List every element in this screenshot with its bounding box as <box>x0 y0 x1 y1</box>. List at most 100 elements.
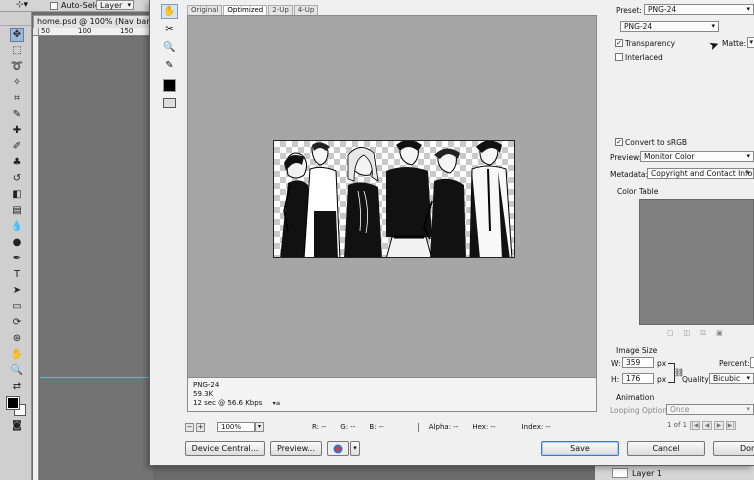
tab-original[interactable]: Original <box>187 5 223 15</box>
layer-thumbnail <box>612 468 628 478</box>
quality-label: Quality: <box>682 375 711 384</box>
lock-color-icon[interactable]: ⊡ <box>700 329 706 337</box>
auto-select-target-dropdown[interactable]: Layer <box>96 0 134 10</box>
browser-icon[interactable] <box>327 441 349 456</box>
optimization-info: PNG-24 59.3K 12 sec @ 56.6 Kbps ▾≡ <box>187 378 597 412</box>
next-frame-icon[interactable]: ▶| <box>726 421 736 430</box>
optimize-settings-panel: Preset: PNG-24 PNG-24 ✓ Transparency Mat… <box>607 0 754 440</box>
convert-srgb-checkbox[interactable]: ✓ <box>615 138 623 146</box>
done-button[interactable]: Done <box>713 441 754 456</box>
image-size-label: Image Size <box>616 346 658 355</box>
readout-index: Index: -- <box>521 423 551 431</box>
percent-label: Percent: <box>719 359 750 368</box>
chevron-down-icon[interactable]: ▾ <box>255 422 264 432</box>
tab-2-up[interactable]: 2-Up <box>268 5 293 15</box>
divider <box>417 422 419 432</box>
zoom-tool-icon[interactable]: 🔍 <box>10 364 24 378</box>
interlaced-label: Interlaced <box>625 53 663 62</box>
swap-colors-icon[interactable]: ⇄ <box>10 380 24 394</box>
quick-select-tool-icon[interactable]: ✧ <box>10 76 24 90</box>
preview-image[interactable] <box>273 140 515 258</box>
dialog-buttons: Device Central... Preview... ▾ Save Canc… <box>185 441 754 457</box>
convert-srgb-label: Convert to sRGB <box>625 138 688 147</box>
shape-tool-icon[interactable]: ▭ <box>10 300 24 314</box>
preview-button[interactable]: Preview... <box>270 441 322 456</box>
clone-stamp-icon[interactable]: ♣ <box>10 156 24 170</box>
zoom-tool-icon[interactable]: 🔍 <box>161 40 178 55</box>
new-color-icon[interactable]: ▣ <box>716 329 723 337</box>
hand-tool-icon[interactable]: ✋ <box>161 4 178 19</box>
history-brush-icon[interactable]: ↺ <box>10 172 24 186</box>
guide-line[interactable] <box>40 377 153 378</box>
eyedropper-color-swatch[interactable] <box>163 79 176 92</box>
height-field[interactable]: 176 <box>622 373 654 384</box>
pen-tool-icon[interactable]: ✒ <box>10 252 24 266</box>
interlaced-checkbox[interactable] <box>615 53 623 61</box>
layer-row[interactable]: Layer 1 <box>612 468 662 478</box>
preset-dropdown[interactable]: PNG-24 <box>644 4 754 15</box>
type-tool-icon[interactable]: T <box>10 268 24 282</box>
zoom-level-field[interactable]: 100% <box>217 422 255 432</box>
3d-orbit-icon[interactable]: ⊛ <box>10 332 24 346</box>
color-table-tools: ▢ ◫ ⊡ ▣ <box>667 329 723 337</box>
move-tool-icon[interactable]: ✥ <box>10 28 24 42</box>
slice-select-tool-icon[interactable]: ✂ <box>161 22 178 37</box>
tab-4-up[interactable]: 4-Up <box>293 5 319 15</box>
menu-lines-icon[interactable]: ▾≡ <box>273 400 281 407</box>
document-canvas[interactable] <box>40 37 153 480</box>
color-swatches[interactable] <box>6 396 29 417</box>
prev-frame-icon[interactable]: ◀ <box>702 421 712 430</box>
document-tab[interactable]: home.psd @ 100% (Nav bar, RGB <box>33 15 150 28</box>
looping-dropdown[interactable]: Once <box>666 404 754 415</box>
info-size: 59.3K <box>193 390 214 398</box>
preview-dropdown[interactable]: Monitor Color <box>640 151 754 162</box>
crop-tool-icon[interactable]: ⌗ <box>10 92 24 106</box>
document-window: home.psd @ 100% (Nav bar, RGB 50 100 150 <box>33 12 153 480</box>
cancel-button[interactable]: Cancel <box>627 441 705 456</box>
vertical-ruler[interactable] <box>33 36 39 480</box>
first-frame-icon[interactable]: |◀ <box>690 421 700 430</box>
tab-optimized[interactable]: Optimized <box>223 5 268 15</box>
marquee-tool-icon[interactable]: ⬚ <box>10 44 24 58</box>
move-tool-icon[interactable]: ⊹▾ <box>16 0 28 10</box>
height-unit: px <box>657 375 667 384</box>
looping-label: Looping Options: <box>610 406 674 415</box>
browser-icon-glyph <box>333 444 343 454</box>
map-color-icon[interactable]: ▢ <box>667 329 674 337</box>
save-button[interactable]: Save <box>541 441 619 456</box>
transparency-checkbox[interactable]: ✓ <box>615 39 623 47</box>
healing-brush-icon[interactable]: ✚ <box>10 124 24 138</box>
tools-panel-grip[interactable] <box>0 12 31 26</box>
dodge-tool-icon[interactable]: ● <box>10 236 24 250</box>
foreground-color[interactable] <box>6 396 20 410</box>
hand-tool-icon[interactable]: ✋ <box>10 348 24 362</box>
gradient-tool-icon[interactable]: ▤ <box>10 204 24 218</box>
3d-rotate-icon[interactable]: ⟳ <box>10 316 24 330</box>
metadata-dropdown[interactable]: Copyright and Contact Info <box>647 168 754 179</box>
toggle-slices-icon[interactable] <box>163 98 176 108</box>
auto-select-checkbox[interactable] <box>50 1 58 10</box>
quick-mask-icon[interactable]: ◙ <box>10 419 24 433</box>
preview-pane[interactable] <box>187 15 597 378</box>
zoom-in-button[interactable]: + <box>196 422 205 432</box>
width-field[interactable]: 359 <box>622 357 654 368</box>
file-format-dropdown[interactable]: PNG-24 <box>620 21 719 32</box>
readout-green: G: -- <box>340 423 356 431</box>
color-table[interactable] <box>639 199 754 325</box>
eyedropper-tool-icon[interactable]: ✎ <box>161 58 178 73</box>
eraser-tool-icon[interactable]: ◧ <box>10 188 24 202</box>
eyedropper-tool-icon[interactable]: ✎ <box>10 108 24 122</box>
horizontal-ruler[interactable]: 50 100 150 <box>39 28 153 36</box>
matte-dropdown[interactable] <box>747 37 754 48</box>
play-icon[interactable]: ▶ <box>714 421 724 430</box>
lasso-tool-icon[interactable]: ➰ <box>10 60 24 74</box>
quality-dropdown[interactable]: Bicubic <box>709 373 754 384</box>
browser-menu-chevron-icon[interactable]: ▾ <box>350 441 360 456</box>
blur-tool-icon[interactable]: 💧 <box>10 220 24 234</box>
percent-field[interactable] <box>750 357 754 368</box>
path-select-icon[interactable]: ➤ <box>10 284 24 298</box>
device-central-button[interactable]: Device Central... <box>185 441 265 456</box>
brush-tool-icon[interactable]: ✐ <box>10 140 24 154</box>
web-snap-icon[interactable]: ◫ <box>684 329 691 337</box>
zoom-out-button[interactable]: − <box>185 422 194 432</box>
